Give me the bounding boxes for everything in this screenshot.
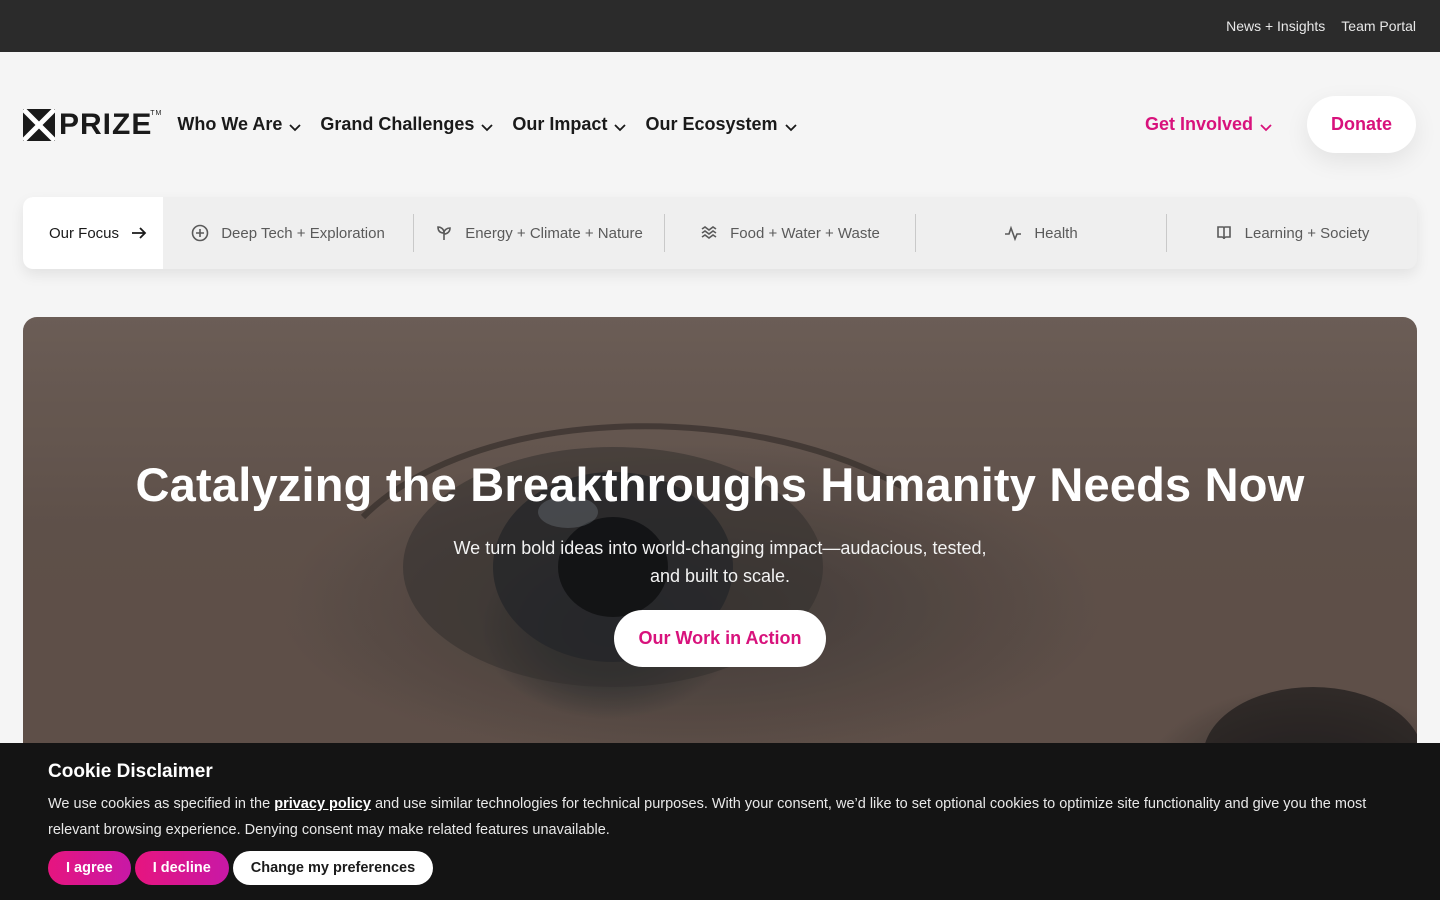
- agree-button[interactable]: I agree: [48, 851, 131, 885]
- focus-label-text: Our Focus: [49, 224, 120, 242]
- get-involved-label: Get Involved: [1144, 114, 1253, 134]
- nav-item-label: Our Ecosystem: [645, 114, 778, 134]
- cookie-text-start: We use cookies as specified in the: [48, 796, 275, 812]
- pulse-icon: [1005, 225, 1022, 242]
- news-insights-link[interactable]: News + Insights: [1226, 18, 1325, 34]
- hero-content: Catalyzing the Breakthroughs Humanity Ne…: [23, 457, 1417, 667]
- cookie-text: We use cookies as specified in the priva…: [48, 791, 1388, 843]
- nav-who-we-are[interactable]: Who We Are: [177, 114, 302, 135]
- focus-item-label: Energy + Climate + Nature: [465, 224, 643, 242]
- book-icon: [1216, 226, 1231, 240]
- logo-trademark: TM: [150, 109, 163, 117]
- chevron-down-icon: [613, 118, 627, 132]
- focus-item-label: Food + Water + Waste: [730, 224, 880, 242]
- nav-item-label: Our Impact: [512, 114, 608, 134]
- privacy-policy-link[interactable]: privacy policy: [274, 796, 371, 812]
- logo-text: PRIZE: [59, 107, 153, 141]
- focus-deep-tech[interactable]: Deep Tech + Exploration: [163, 214, 414, 252]
- compass-icon: [191, 224, 209, 242]
- chevron-down-icon: [480, 118, 494, 132]
- change-preferences-button[interactable]: Change my preferences: [232, 851, 434, 885]
- main-nav: PRIZE TM Who We Are Grand Challenges Our …: [0, 52, 1440, 197]
- arrow-right-icon: [132, 227, 147, 239]
- nav-grand-challenges[interactable]: Grand Challenges: [320, 114, 494, 135]
- utility-bar: News + Insights Team Portal: [0, 0, 1440, 52]
- nav-item-label: Who We Are: [177, 114, 283, 134]
- chevron-down-icon: [784, 118, 798, 132]
- x-logo-icon: [23, 108, 55, 141]
- cookie-actions: I agree I decline Change my preferences: [48, 851, 1392, 885]
- focus-food-water[interactable]: Food + Water + Waste: [665, 214, 916, 252]
- focus-item-label: Learning + Society: [1244, 224, 1370, 242]
- focus-health[interactable]: Health: [916, 214, 1167, 252]
- nav-menu: Who We Are Grand Challenges Our Impact O…: [177, 114, 797, 135]
- get-involved-menu[interactable]: Get Involved: [1145, 114, 1273, 135]
- decline-button[interactable]: I decline: [134, 851, 229, 885]
- focus-energy-climate[interactable]: Energy + Climate + Nature: [414, 214, 665, 252]
- team-portal-link[interactable]: Team Portal: [1341, 18, 1416, 34]
- cookie-title: Cookie Disclaimer: [48, 761, 213, 782]
- logo-wordmark: PRIZE TM: [59, 107, 161, 142]
- chevron-down-icon: [288, 118, 302, 132]
- focus-bar: Our Focus Deep Tech + Exploration Energy…: [23, 197, 1417, 269]
- sprout-icon: [437, 226, 452, 240]
- nav-item-label: Grand Challenges: [320, 114, 475, 134]
- focus-item-label: Deep Tech + Exploration: [221, 224, 385, 242]
- focus-learning-society[interactable]: Learning + Society: [1167, 214, 1417, 252]
- cookie-banner: Cookie Disclaimer We use cookies as spec…: [0, 743, 1440, 900]
- waves-icon: [701, 226, 717, 239]
- donate-button[interactable]: Donate: [1307, 96, 1416, 153]
- hero-title: Catalyzing the Breakthroughs Humanity Ne…: [135, 458, 1305, 511]
- xprize-logo[interactable]: PRIZE TM: [23, 107, 161, 142]
- our-focus-link[interactable]: Our Focus: [23, 197, 163, 269]
- nav-our-ecosystem[interactable]: Our Ecosystem: [645, 114, 797, 135]
- our-work-in-action-button[interactable]: Our Work in Action: [614, 610, 826, 667]
- chevron-down-icon: [1259, 118, 1273, 132]
- focus-item-label: Health: [1034, 224, 1078, 242]
- hero-subtitle: We turn bold ideas into world-changing i…: [453, 538, 987, 586]
- nav-our-impact[interactable]: Our Impact: [512, 114, 627, 135]
- nav-actions: Get Involved Donate: [1145, 96, 1417, 153]
